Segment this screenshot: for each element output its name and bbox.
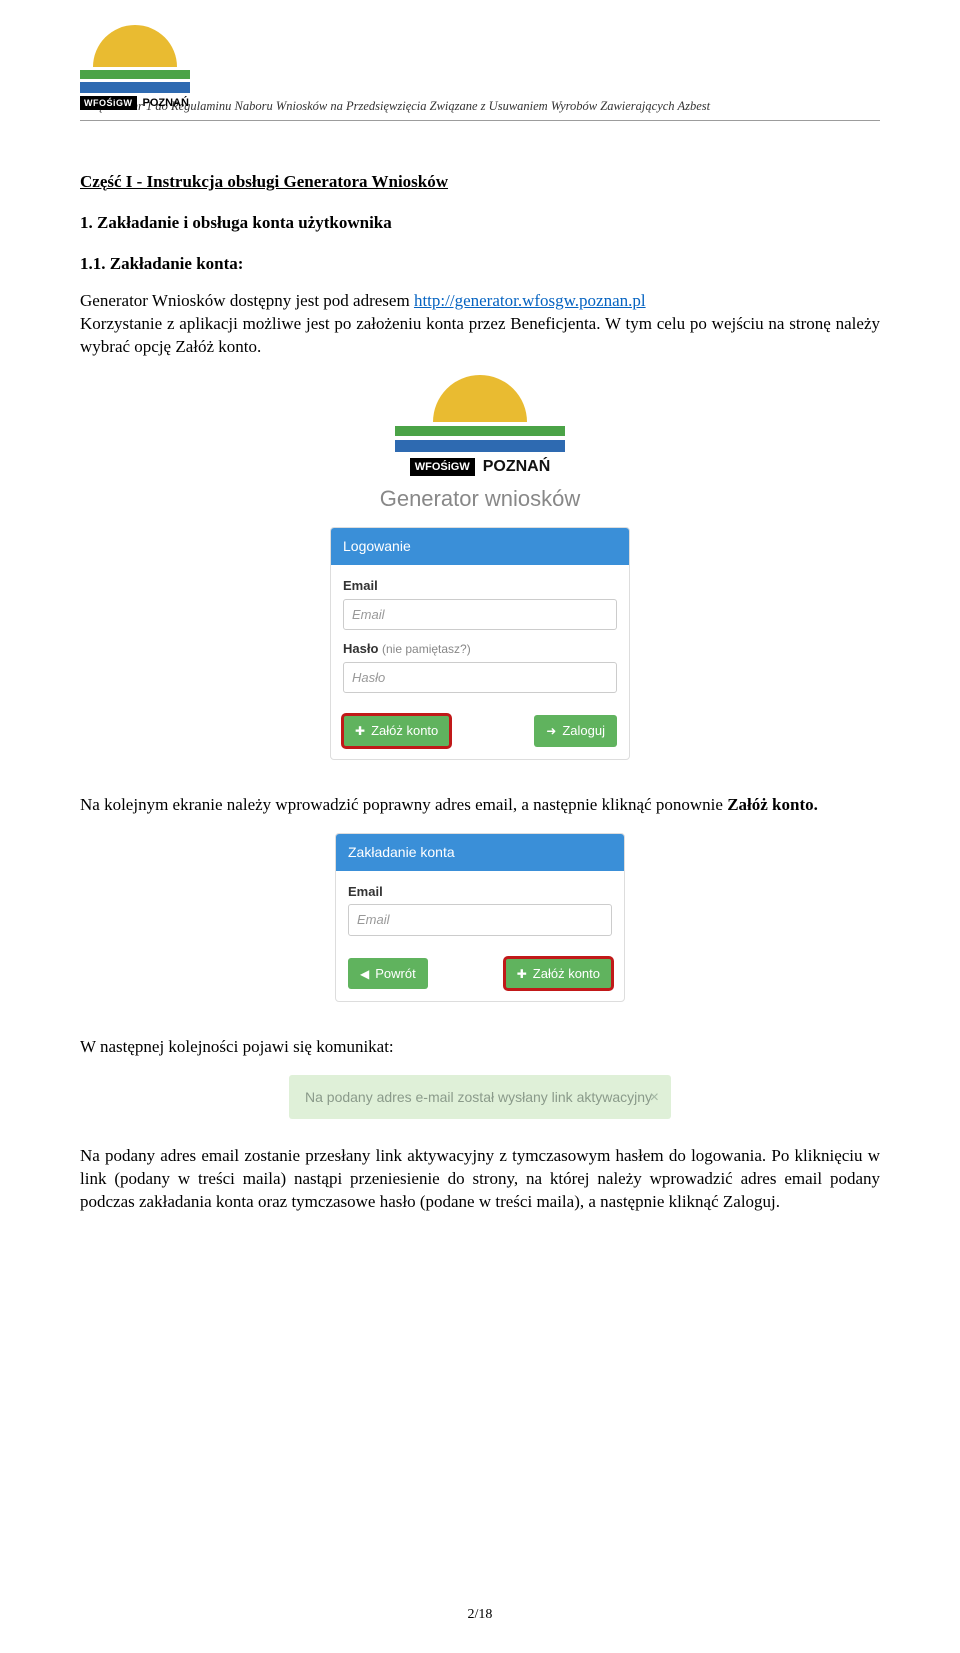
app-logo-wf: WFOŚiGW <box>410 458 475 476</box>
paragraph-1: Generator Wniosków dostępny jest pod adr… <box>80 290 880 359</box>
email-input[interactable]: Email <box>343 599 617 631</box>
email-label: Email <box>343 577 617 595</box>
plus-icon: ✚ <box>517 966 527 982</box>
logo-city-text: POZNAŃ <box>143 97 189 109</box>
back-button[interactable]: ◀ Powrót <box>348 958 428 990</box>
login-icon: ➜ <box>546 723 556 739</box>
login-panel-header: Logowanie <box>331 528 629 565</box>
app-logo-city: POZNAŃ <box>483 458 551 476</box>
login-panel: Logowanie Email Email Hasło (nie pamięta… <box>330 527 630 760</box>
alert-text: Na podany adres e-mail został wysłany li… <box>305 1089 652 1105</box>
logo-wf-text: WFOŚiGW <box>80 96 137 110</box>
login-button[interactable]: ➜ Zaloguj <box>534 715 617 747</box>
create-email-input[interactable]: Email <box>348 904 612 936</box>
create-panel-header: Zakładanie konta <box>336 834 624 871</box>
create-panel: Zakładanie konta Email Email ◀ Powrót ✚ … <box>335 833 625 1003</box>
success-alert: Na podany adres e-mail został wysłany li… <box>289 1075 671 1119</box>
close-icon[interactable]: × <box>650 1089 659 1107</box>
app-title: Generator wniosków <box>330 484 630 514</box>
paragraph-5: Na podany adres email zostanie przesłany… <box>80 1145 880 1214</box>
app-logo: WFOŚiGW POZNAŃ <box>395 375 565 476</box>
plus-icon: ✚ <box>355 723 365 739</box>
page-number: 2/18 <box>0 1607 960 1623</box>
section-h3: 1.1. Zakładanie konta: <box>80 253 880 276</box>
section-title: Część I - Instrukcja obsługi Generatora … <box>80 171 880 194</box>
generator-link[interactable]: http://generator.wfosgw.poznan.pl <box>414 291 646 310</box>
screenshot-create-panel: Zakładanie konta Email Email ◀ Powrót ✚ … <box>335 833 625 1003</box>
header-attachment-line: Załącznik nr 1 do Regulaminu Naboru Wnio… <box>80 99 880 121</box>
password-input[interactable]: Hasło <box>343 662 617 694</box>
create-email-label: Email <box>348 883 612 901</box>
header-logo: WFOŚiGW POZNAŃ <box>80 25 190 95</box>
paragraph-3: Na kolejnym ekranie należy wprowadzić po… <box>80 794 880 817</box>
create-account-button[interactable]: ✚ Załóż konto <box>343 715 450 747</box>
forgot-password-link[interactable]: (nie pamiętasz?) <box>382 642 471 656</box>
password-label: Hasło (nie pamiętasz?) <box>343 640 617 658</box>
section-h2: 1. Zakładanie i obsługa konta użytkownik… <box>80 212 880 235</box>
screenshot-login-panel: WFOŚiGW POZNAŃ Generator wniosków Logowa… <box>330 375 630 760</box>
create-account-button-2[interactable]: ✚ Załóż konto <box>505 958 612 990</box>
arrow-left-icon: ◀ <box>360 966 369 982</box>
paragraph-4: W następnej kolejności pojawi się komuni… <box>80 1036 880 1059</box>
